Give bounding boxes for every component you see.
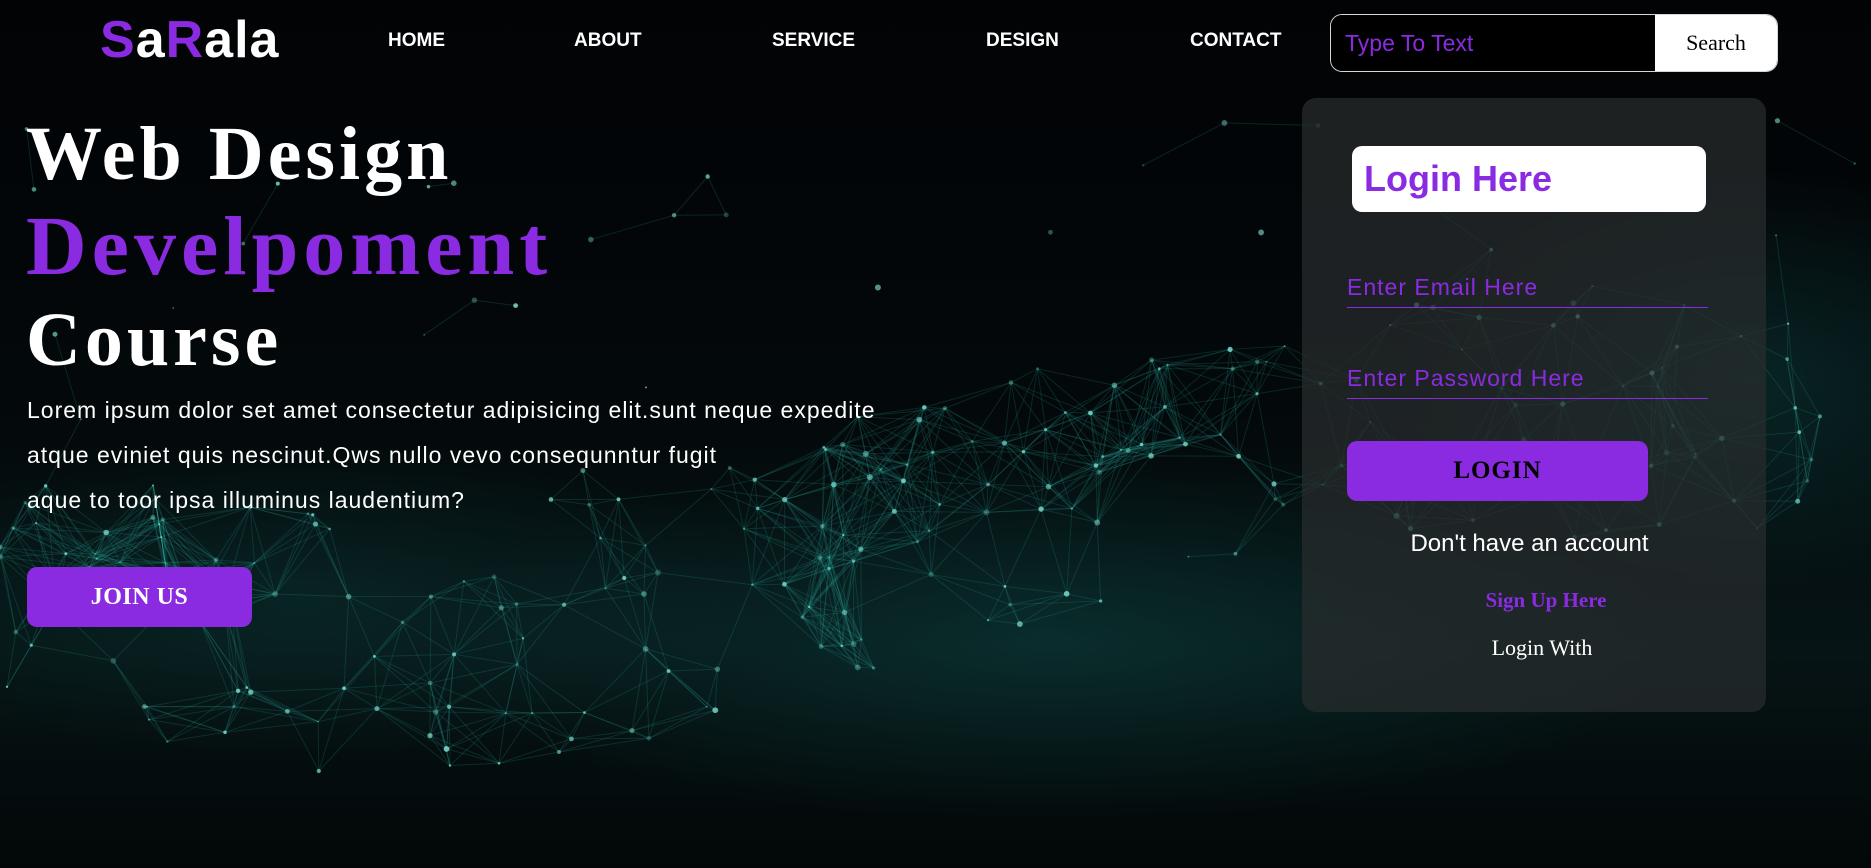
no-account-text: Don't have an account (1410, 530, 1649, 557)
hero-description: Lorem ipsum dolor set amet consectetur a… (27, 388, 876, 523)
password-field[interactable] (1347, 358, 1708, 399)
hero-description-line: Lorem ipsum dolor set amet consectetur a… (27, 397, 876, 423)
page: SaRala HOME ABOUT SERVICE DESIGN CONTACT… (0, 0, 1871, 868)
login-with-label: Login With (1491, 635, 1593, 660)
hero-description-line: atque eviniet quis nescinut.Qws nullo ve… (27, 442, 718, 468)
nav-contact-link[interactable]: CONTACT (1190, 30, 1281, 52)
login-button[interactable]: LOGIN (1347, 441, 1648, 501)
search-button[interactable]: Search (1655, 15, 1777, 71)
logo-letter-a: a (135, 11, 166, 69)
hero-title-line-3: Course (26, 298, 283, 382)
nav-service-link[interactable]: SERVICE (772, 30, 855, 52)
search-input[interactable] (1331, 15, 1655, 71)
nav-design-link[interactable]: DESIGN (986, 30, 1059, 52)
logo-letter-r: R (165, 11, 205, 69)
site-logo[interactable]: SaRala (100, 14, 279, 66)
login-card: Login Here LOGIN Don't have an account S… (1302, 98, 1766, 712)
sign-up-link[interactable]: Sign Up Here (1421, 588, 1671, 613)
hero-description-line: aque to toor ipsa illuminus laudentium? (27, 487, 465, 513)
email-field[interactable] (1347, 267, 1708, 308)
logo-letters-ala: ala (204, 11, 280, 69)
login-title: Login Here (1352, 146, 1706, 212)
search-bar: Search (1330, 14, 1778, 72)
nav-about-link[interactable]: ABOUT (574, 30, 642, 52)
hero-title-line-2: Develpoment (26, 200, 553, 293)
nav-home-link[interactable]: HOME (388, 30, 445, 52)
hero-title-line-1: Web Design (26, 112, 453, 196)
join-us-button[interactable]: JOIN US (27, 567, 252, 627)
logo-letter-s: S (100, 11, 136, 69)
